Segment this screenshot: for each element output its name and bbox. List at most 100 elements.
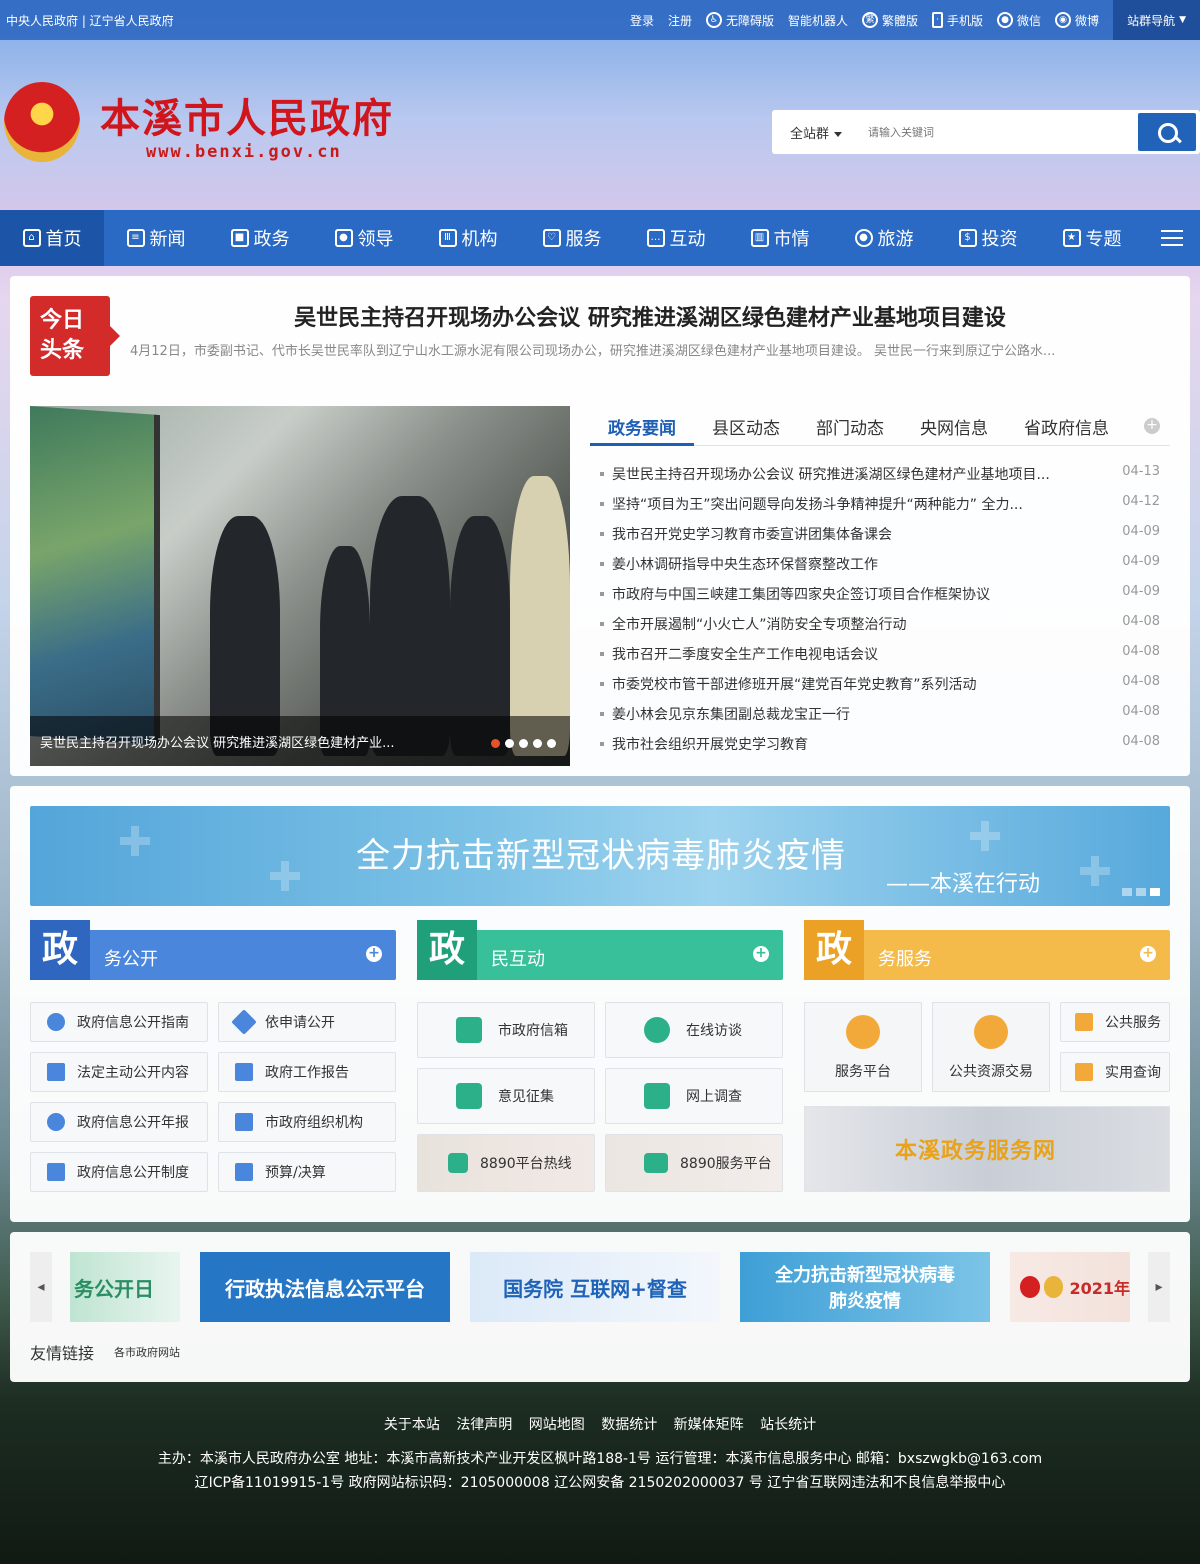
btn-org-structure[interactable]: 市政府组织机构 [218, 1102, 396, 1142]
section-interaction[interactable]: 政 民互动 + [417, 920, 783, 980]
tab-gov-news[interactable]: 政务要闻 [590, 406, 694, 446]
btn-mayor-mailbox[interactable]: 市政府信箱 [417, 1002, 595, 1058]
list-item[interactable]: 全市开展遏制“小火亡人”消防安全专项整治行动 04-08 [600, 614, 1160, 644]
list-item[interactable]: 坚持“项目为王”突出问题导向发扬斗争精神提升“两种能力” 全力... 04-12 [600, 494, 1160, 524]
photo-caption[interactable]: 吴世民主持召开现场办公会议 研究推进溪湖区绿色建材产业... [30, 716, 570, 766]
nav-services[interactable]: ♡ 服务 [520, 210, 624, 266]
btn-online-survey[interactable]: 网上调查 [605, 1068, 783, 1124]
footer-link[interactable]: 关于本站 [384, 1417, 440, 1433]
headline-summary[interactable]: 4月12日，市委副书记、代市长吴世民率队到辽宁山水工源水泥有限公司现场办公，研究… [130, 340, 1170, 359]
link-card-state-council[interactable]: 国务院 互联网+督查 [470, 1252, 720, 1322]
more-plus-icon[interactable]: + [1144, 418, 1160, 434]
btn-budget[interactable]: 预算/决算 [218, 1152, 396, 1192]
nav-tourism[interactable]: ● 旅游 [832, 210, 936, 266]
btn-service-platform[interactable]: 服务平台 [804, 1002, 922, 1092]
nav-home[interactable]: ⌂ 首页 [0, 210, 104, 266]
btn-public-service[interactable]: 公共服务 [1060, 1002, 1170, 1042]
login-link[interactable]: 登录 [630, 12, 654, 29]
carousel-dot[interactable] [505, 739, 514, 748]
link-card-epidemic[interactable]: 全力抗击新型冠状病毒肺炎疫情 [740, 1252, 990, 1322]
footer-link[interactable]: 新媒体矩阵 [674, 1417, 744, 1433]
robot-link[interactable]: 智能机器人 [788, 12, 848, 29]
carousel-dots [491, 739, 556, 748]
carousel-dot[interactable] [533, 739, 542, 748]
section-gov-open[interactable]: 政 务公开 + [30, 920, 396, 980]
btn-public-resource-trade[interactable]: 公共资源交易 [932, 1002, 1050, 1092]
nav-city-info[interactable]: ▥ 市情 [728, 210, 832, 266]
carousel-next-button[interactable]: ▸ [1148, 1252, 1170, 1322]
search-input[interactable] [868, 120, 1128, 144]
carousel-dot[interactable] [491, 739, 500, 748]
interaction-icon: … [646, 229, 665, 247]
banner-dot[interactable] [1122, 888, 1132, 896]
btn-legal-content[interactable]: 法定主动公开内容 [30, 1052, 208, 1092]
national-emblem-logo[interactable] [4, 82, 80, 162]
menu-button[interactable] [1144, 210, 1200, 266]
btn-open-guide[interactable]: 政府信息公开指南 [30, 1002, 208, 1042]
section-gov-service[interactable]: 政 务服务 + [804, 920, 1170, 980]
leader-icon: ● [334, 229, 353, 247]
list-item[interactable]: 吴世民主持召开现场办公会议 研究推进溪湖区绿色建材产业基地项目... 04-13 [600, 464, 1160, 494]
list-item[interactable]: 我市社会组织开展党史学习教育 04-08 [600, 734, 1160, 764]
more-plus-icon[interactable]: + [753, 946, 769, 962]
nav-interaction[interactable]: … 互动 [624, 210, 728, 266]
list-item[interactable]: 市委党校市管干部进修班开展“建党百年党史教育”系列活动 04-08 [600, 674, 1160, 704]
nav-affairs[interactable]: ■ 政务 [208, 210, 312, 266]
btn-opinion-collection[interactable]: 意见征集 [417, 1068, 595, 1124]
carousel-dot[interactable] [519, 739, 528, 748]
search-scope-select[interactable]: 全站群 [790, 123, 842, 142]
nav-leaders[interactable]: ● 领导 [312, 210, 416, 266]
benxi-gov-service-banner[interactable]: 本溪政务服务网 [804, 1106, 1170, 1192]
wechat-link[interactable]: ● 微信 [997, 12, 1041, 29]
list-item[interactable]: 我市召开二季度安全生产工作电视电话会议 04-08 [600, 644, 1160, 674]
btn-annual-report[interactable]: 政府信息公开年报 [30, 1102, 208, 1142]
link-card-law-enforcement[interactable]: 行政执法信息公示平台 [200, 1252, 450, 1322]
nav-news[interactable]: ≡ 新闻 [104, 210, 208, 266]
more-plus-icon[interactable]: + [366, 946, 382, 962]
list-item[interactable]: 我市召开党史学习教育市委宣讲团集体备课会 04-09 [600, 524, 1160, 554]
friend-links-select[interactable]: 各市政府网站 [114, 1344, 180, 1360]
footer-link[interactable]: 法律声明 [456, 1417, 512, 1433]
link-card-gov-open-day[interactable]: 务公开日 [70, 1252, 180, 1322]
more-plus-icon[interactable]: + [1140, 946, 1156, 962]
top-links[interactable]: 中央人民政府 | 辽宁省人民政府 [6, 12, 174, 29]
btn-online-interview[interactable]: 在线访谈 [605, 1002, 783, 1058]
traditional-chinese-link[interactable]: 繁繁體版 [862, 12, 918, 29]
phone-icon [448, 1153, 468, 1173]
weibo-link[interactable]: ◉ 微博 [1055, 12, 1099, 29]
list-item[interactable]: 市政府与中国三峡建工集团等四家央企签订项目合作框架协议 04-09 [600, 584, 1160, 614]
site-group-nav[interactable]: 站群导航 ▼ [1113, 0, 1200, 40]
list-item[interactable]: 姜小林会见京东集团副总裁龙宝正一行 04-08 [600, 704, 1160, 734]
tab-province-info[interactable]: 省政府信息 [1006, 406, 1127, 446]
news-photo-carousel[interactable]: 吴世民主持召开现场办公会议 研究推进溪湖区绿色建材产业... [30, 406, 570, 766]
nav-topics[interactable]: ★ 专题 [1040, 210, 1144, 266]
footer-link[interactable]: 网站地图 [529, 1417, 585, 1433]
btn-8890-platform[interactable]: 8890服务平台 [605, 1134, 783, 1192]
nav-institutions[interactable]: Ⅲ 机构 [416, 210, 520, 266]
link-card-2021[interactable]: 2021年 [1010, 1252, 1130, 1322]
epidemic-banner[interactable]: 全力抗击新型冠状病毒肺炎疫情 ——本溪在行动 [30, 806, 1170, 906]
carousel-prev-button[interactable]: ◂ [30, 1252, 52, 1322]
list-item[interactable]: 姜小林调研指导中央生态环保督察整改工作 04-09 [600, 554, 1160, 584]
btn-8890-hotline[interactable]: 8890平台热线 [417, 1134, 595, 1192]
tab-county-news[interactable]: 县区动态 [694, 406, 798, 446]
footer-link[interactable]: 站长统计 [760, 1417, 816, 1433]
traditional-chinese-icon: 繁 [862, 12, 878, 28]
footer-link[interactable]: 数据统计 [601, 1417, 657, 1433]
banner-dot[interactable] [1136, 888, 1146, 896]
tab-dept-news[interactable]: 部门动态 [798, 406, 902, 446]
btn-open-system[interactable]: 政府信息公开制度 [30, 1152, 208, 1192]
site-title[interactable]: 本溪市人民政府 [100, 86, 394, 144]
mobile-link[interactable]: · 手机版 [932, 12, 983, 29]
headline-title[interactable]: 吴世民主持召开现场办公会议 研究推进溪湖区绿色建材产业基地项目建设 [130, 300, 1170, 332]
carousel-dot[interactable] [547, 739, 556, 748]
register-link[interactable]: 注册 [668, 12, 692, 29]
nav-investment[interactable]: $ 投资 [936, 210, 1040, 266]
banner-dot[interactable] [1150, 888, 1160, 896]
btn-work-report[interactable]: 政府工作报告 [218, 1052, 396, 1092]
btn-practical-query[interactable]: 实用查询 [1060, 1052, 1170, 1092]
btn-apply-open[interactable]: 依申请公开 [218, 1002, 396, 1042]
tab-central-info[interactable]: 央网信息 [902, 406, 1006, 446]
search-button[interactable] [1138, 113, 1196, 151]
accessibility-link[interactable]: ♿ 无障碍版 [705, 12, 774, 29]
